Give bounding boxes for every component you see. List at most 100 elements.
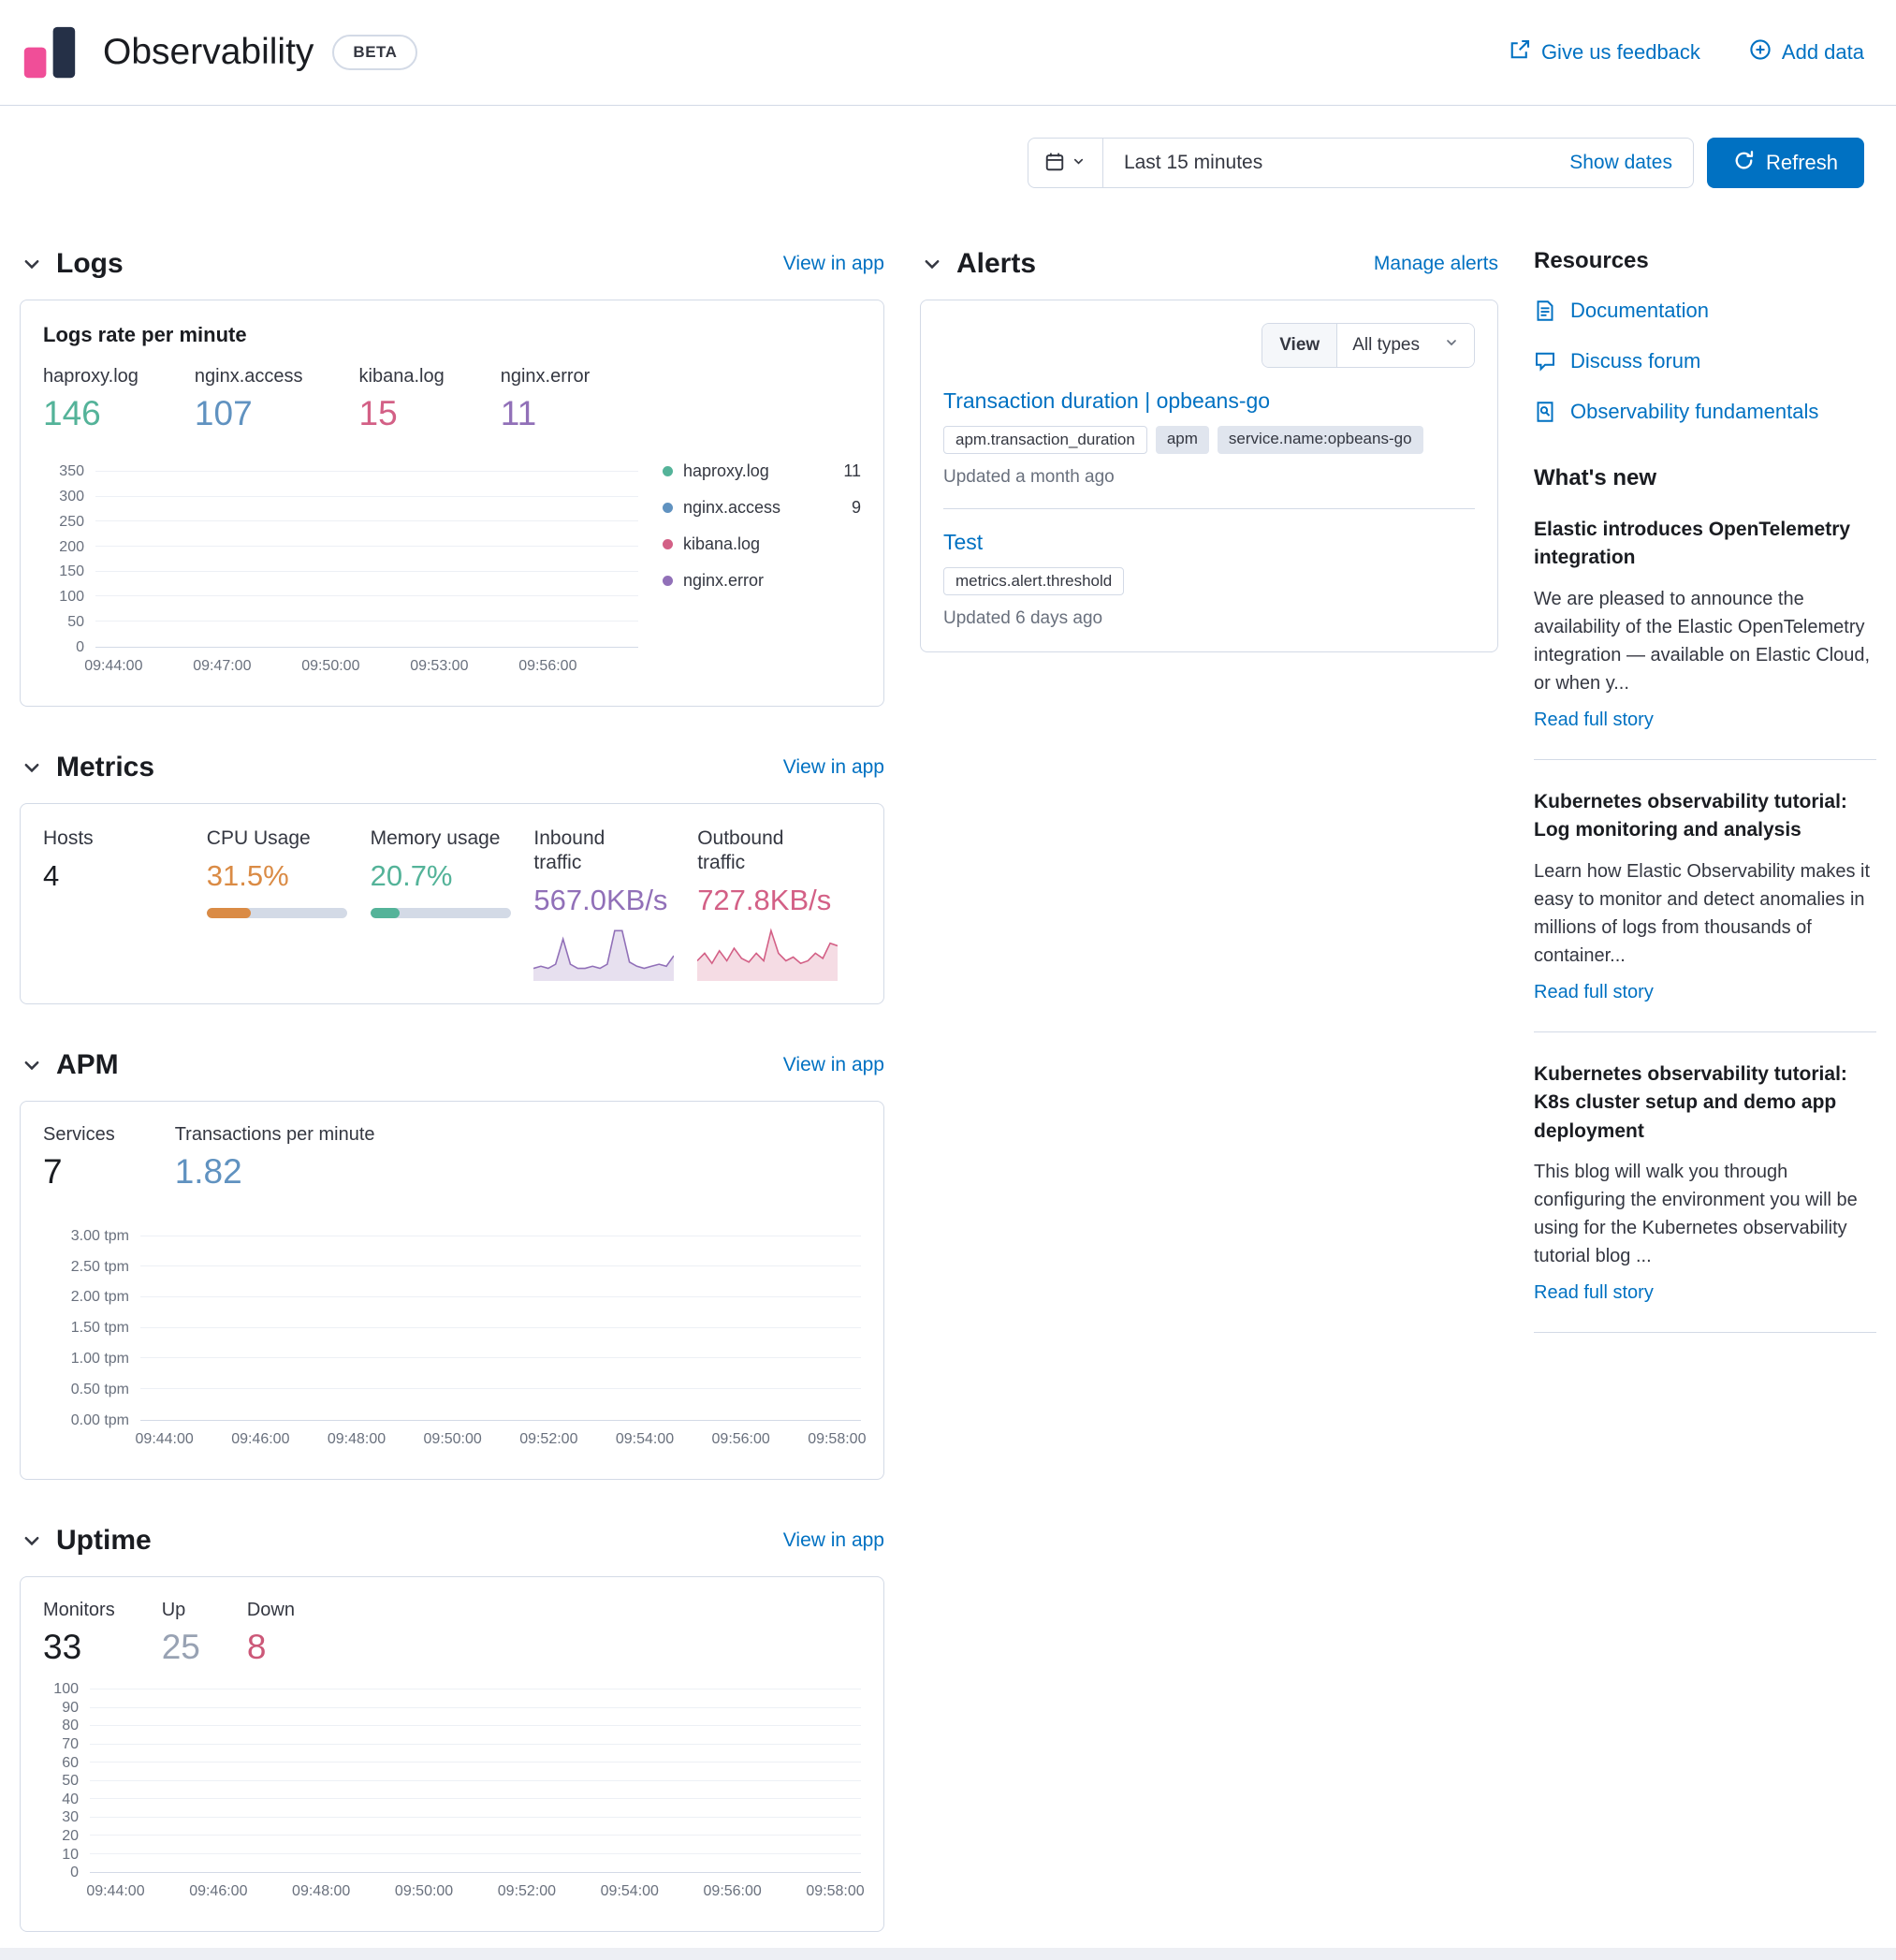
legend-dot-icon [663, 466, 673, 476]
show-dates-link[interactable]: Show dates [1569, 152, 1693, 174]
x-axis-label: 09:47:00 [193, 658, 251, 675]
y-axis-label: 0 [76, 639, 84, 656]
news-item: Kubernetes observability tutorial: K8s c… [1534, 1060, 1876, 1304]
beta-badge: BETA [332, 35, 417, 70]
observability-logo-icon [22, 25, 77, 80]
alert-badge: metrics.alert.threshold [943, 567, 1124, 595]
y-axis-label: 200 [59, 539, 84, 556]
resource-link-observability-fundamentals[interactable]: Observability fundamentals [1534, 400, 1876, 424]
resource-link-documentation[interactable]: Documentation [1534, 299, 1876, 323]
read-full-story-link[interactable]: Read full story [1534, 1282, 1654, 1303]
document-icon [1534, 300, 1556, 322]
resource-link-discuss-forum[interactable]: Discuss forum [1534, 349, 1876, 373]
read-full-story-link[interactable]: Read full story [1534, 709, 1654, 730]
header-links: Give us feedback Add data [1509, 38, 1864, 66]
divider [1534, 759, 1876, 760]
logs-stat-nginx-access: nginx.access 107 [195, 366, 303, 434]
alert-item: Test metrics.alert.threshold Updated 6 d… [943, 530, 1475, 629]
divider [943, 508, 1475, 509]
x-axis-label: 09:52:00 [498, 1883, 556, 1900]
time-toolbar: Last 15 minutes Show dates Refresh [0, 106, 1896, 188]
news-item: Elastic introduces OpenTelemetry integra… [1534, 516, 1876, 731]
refresh-button[interactable]: Refresh [1707, 138, 1864, 188]
progress-bar [371, 908, 511, 918]
read-full-story-link[interactable]: Read full story [1534, 982, 1654, 1002]
alert-badge: service.name:opbeans-go [1218, 426, 1423, 454]
x-axis-label: 09:44:00 [84, 658, 142, 675]
y-axis-label: 100 [53, 1681, 79, 1698]
calendar-dropdown-button[interactable] [1028, 139, 1103, 187]
logs-panel-title: Logs rate per minute [43, 323, 861, 347]
alert-item: Transaction duration | opbeans-go apm.tr… [943, 388, 1475, 488]
apm-panel: Services 7 Transactions per minute 1.82 … [20, 1101, 884, 1480]
app-header: Observability BETA Give us feedback Add … [0, 0, 1896, 106]
logs-view-in-app-link[interactable]: View in app [783, 253, 884, 275]
alerts-panel: View All types Transaction duration | op… [920, 300, 1498, 652]
collapse-uptime-button[interactable] [20, 1529, 44, 1553]
legend-dot-icon [663, 503, 673, 513]
uptime-down-stat: Down 8 [247, 1600, 295, 1668]
main-content: Logs View in app Logs rate per minute ha… [0, 248, 1896, 1932]
uptime-section: Uptime View in app Monitors 33 Up 25 Dow… [20, 1525, 884, 1933]
metrics-panel: Hosts 4 CPU Usage 31.5% Memory usage 20.… [20, 803, 884, 1005]
x-axis-label: 09:44:00 [136, 1431, 194, 1448]
metric-inbound-traffic: Inbound traffic 567.0KB/s [533, 826, 697, 982]
y-axis-label: 40 [62, 1792, 79, 1808]
uptime-up-stat: Up 25 [162, 1600, 200, 1668]
uptime-monitors-stat: Monitors 33 [43, 1600, 115, 1668]
x-axis-label: 09:46:00 [231, 1431, 289, 1448]
y-axis-label: 10 [62, 1847, 79, 1864]
alerts-heading: Alerts [956, 248, 1036, 280]
y-axis-label: 2.50 tpm [71, 1259, 129, 1276]
y-axis-label: 80 [62, 1718, 79, 1734]
resources-sidebar: Resources Documentation Discuss forum Ob… [1534, 248, 1876, 1932]
y-axis-label: 20 [62, 1828, 79, 1845]
apm-view-in-app-link[interactable]: View in app [783, 1054, 884, 1076]
apm-transactions-chart: 0.00 tpm0.50 tpm1.00 tpm1.50 tpm2.00 tpm… [43, 1206, 861, 1456]
add-data-link[interactable]: Add data [1749, 38, 1864, 66]
y-axis-label: 50 [67, 614, 84, 631]
y-axis-label: 350 [59, 463, 84, 480]
page-bottom-strip [0, 1948, 1896, 1960]
news-list: Elastic introduces OpenTelemetry integra… [1534, 516, 1876, 1333]
collapse-apm-button[interactable] [20, 1053, 44, 1077]
logs-panel: Logs rate per minute haproxy.log 146 ngi… [20, 300, 884, 707]
collapse-logs-button[interactable] [20, 252, 44, 276]
y-axis-label: 3.00 tpm [71, 1228, 129, 1245]
alert-title-link[interactable]: Test [943, 530, 1475, 555]
x-axis-label: 09:53:00 [410, 658, 468, 675]
fundamentals-icon [1534, 401, 1556, 423]
uptime-view-in-app-link[interactable]: View in app [783, 1529, 884, 1552]
x-axis-label: 09:54:00 [601, 1883, 659, 1900]
uptime-monitors-chart: 010203040506070809010009:44:0009:46:0009… [43, 1680, 861, 1909]
metrics-view-in-app-link[interactable]: View in app [783, 756, 884, 779]
legend-item-kibana-log[interactable]: kibana.log [663, 526, 861, 563]
logs-section: Logs View in app Logs rate per minute ha… [20, 248, 884, 707]
alert-title-link[interactable]: Transaction duration | opbeans-go [943, 388, 1475, 414]
legend-item-nginx-error[interactable]: nginx.error [663, 563, 861, 599]
x-axis-label: 09:56:00 [518, 658, 576, 675]
collapse-metrics-button[interactable] [20, 755, 44, 780]
y-axis-label: 70 [62, 1736, 79, 1753]
y-axis-label: 1.00 tpm [71, 1351, 129, 1368]
chevron-down-icon [1072, 154, 1086, 171]
x-axis-label: 09:52:00 [519, 1431, 577, 1448]
apm-services-stat: Services 7 [43, 1124, 115, 1192]
give-feedback-link[interactable]: Give us feedback [1509, 38, 1700, 66]
uptime-heading: Uptime [56, 1525, 152, 1557]
collapse-alerts-button[interactable] [920, 252, 944, 276]
x-axis-label: 09:50:00 [424, 1431, 482, 1448]
legend-item-haproxy-log[interactable]: haproxy.log 11 [663, 453, 861, 490]
apm-tpm-stat: Transactions per minute 1.82 [175, 1124, 375, 1192]
metric-cpu-usage: CPU Usage 31.5% [207, 826, 371, 982]
time-range-value[interactable]: Last 15 minutes [1103, 152, 1569, 174]
y-axis-label: 0 [70, 1865, 79, 1881]
y-axis-label: 250 [59, 514, 84, 531]
resources-heading: Resources [1534, 248, 1876, 274]
legend-item-nginx-access[interactable]: nginx.access 9 [663, 490, 861, 526]
alert-type-select[interactable]: All types [1337, 324, 1474, 367]
alert-badge: apm.transaction_duration [943, 426, 1147, 454]
x-axis-label: 09:48:00 [328, 1431, 386, 1448]
manage-alerts-link[interactable]: Manage alerts [1374, 253, 1498, 275]
logs-legend: haproxy.log 11 nginx.access 9 kibana.log… [663, 447, 861, 683]
